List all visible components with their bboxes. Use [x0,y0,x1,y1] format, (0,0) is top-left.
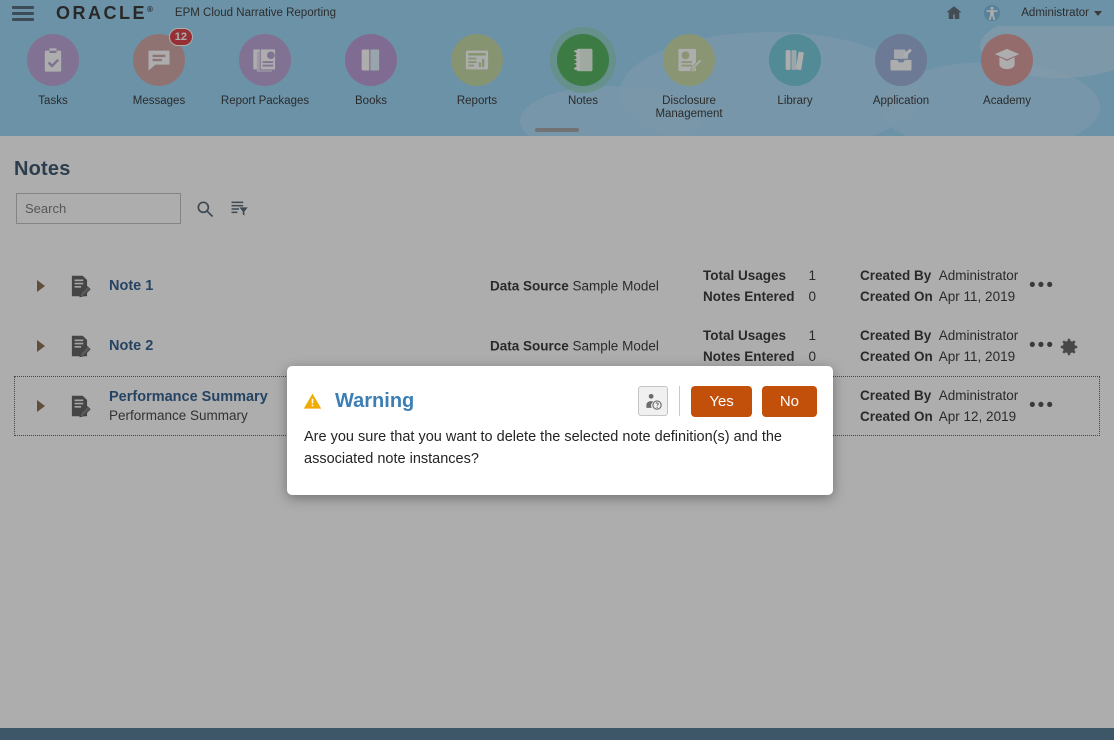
warning-triangle-icon [303,393,322,409]
action-divider [679,386,681,416]
warning-dialog-message: Are you sure that you want to delete the… [304,429,782,467]
warning-dialog-title: Warning [335,389,415,412]
modal-overlay [0,0,1114,728]
app-root: ORACLE® EPM Cloud Narrative Reporting Ad… [0,0,1114,740]
footer-bar [0,728,1114,740]
no-button[interactable]: No [761,385,817,417]
user-help-icon[interactable] [638,386,669,416]
warning-dialog-header: Warning Yes No [287,366,833,422]
warning-dialog-actions: Yes No [638,385,817,417]
warning-dialog: Warning Yes No Are you sure that you wan… [287,366,833,495]
yes-button[interactable]: Yes [691,385,752,417]
